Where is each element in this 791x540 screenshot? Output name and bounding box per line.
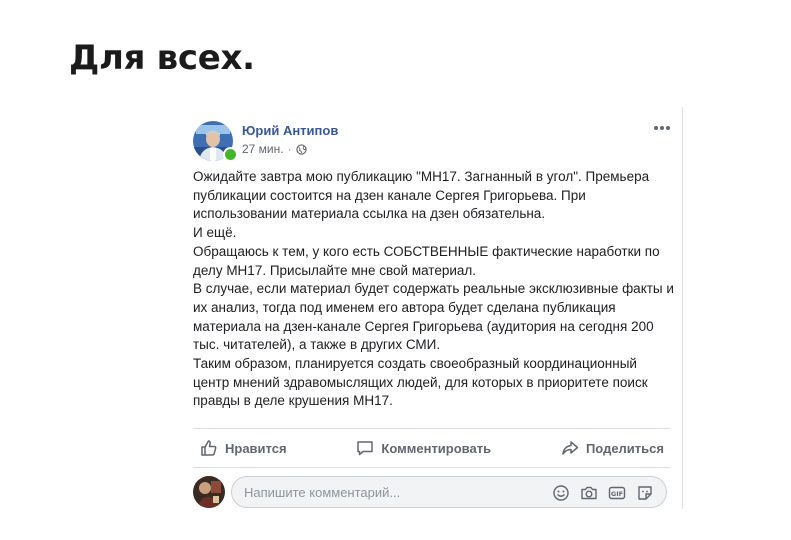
thumbs-up-icon bbox=[201, 440, 217, 456]
share-label: Поделиться bbox=[585, 440, 664, 456]
comment-box: GIF bbox=[231, 476, 667, 508]
comment-input[interactable] bbox=[244, 477, 524, 507]
globe-icon bbox=[295, 143, 307, 155]
facebook-post: Юрий Антипов 27 мин. · Ожидайте завтра м… bbox=[182, 107, 683, 509]
post-body: Ожидайте завтра мою публикацию "МН17. За… bbox=[193, 168, 675, 411]
comment-tools: GIF bbox=[552, 484, 654, 502]
sticker-icon[interactable] bbox=[636, 484, 654, 502]
share-icon bbox=[562, 441, 579, 455]
post-timestamp[interactable]: 27 мин. bbox=[242, 142, 284, 156]
emoji-icon[interactable] bbox=[552, 484, 570, 502]
post-paragraph: И ещё. bbox=[193, 225, 237, 241]
commenter-avatar[interactable] bbox=[193, 476, 225, 508]
post-actions: Нравится Комментировать Поделиться bbox=[193, 433, 670, 463]
post-author-name[interactable]: Юрий Антипов bbox=[242, 123, 338, 138]
comment-button[interactable]: Комментировать bbox=[349, 438, 497, 458]
actions-bottom-divider bbox=[193, 467, 670, 468]
share-button[interactable]: Поделиться bbox=[554, 438, 670, 458]
like-label: Нравится bbox=[225, 440, 287, 456]
comment-label: Комментировать bbox=[381, 440, 492, 456]
camera-icon[interactable] bbox=[580, 484, 598, 502]
meta-separator: · bbox=[287, 142, 292, 156]
svg-text:GIF: GIF bbox=[611, 490, 623, 498]
post-paragraph: В случае, если материал будет содержать … bbox=[193, 281, 674, 353]
post-paragraph: Таким образом, планируется создать своео… bbox=[193, 356, 648, 409]
more-icon[interactable] bbox=[652, 121, 672, 135]
actions-top-divider bbox=[193, 428, 670, 429]
post-paragraph: Ожидайте завтра мою публикацию "МН17. За… bbox=[193, 169, 650, 222]
online-status-indicator bbox=[223, 147, 238, 162]
gif-icon[interactable]: GIF bbox=[608, 484, 626, 502]
post-paragraph: Обращаюсь к тем, у кого есть СОБСТВЕННЫЕ… bbox=[193, 243, 660, 278]
post-meta: 27 мин. · bbox=[242, 142, 307, 156]
comment-icon bbox=[357, 441, 374, 456]
like-button[interactable]: Нравится bbox=[193, 438, 293, 458]
page-heading: Для всех. bbox=[69, 38, 255, 78]
